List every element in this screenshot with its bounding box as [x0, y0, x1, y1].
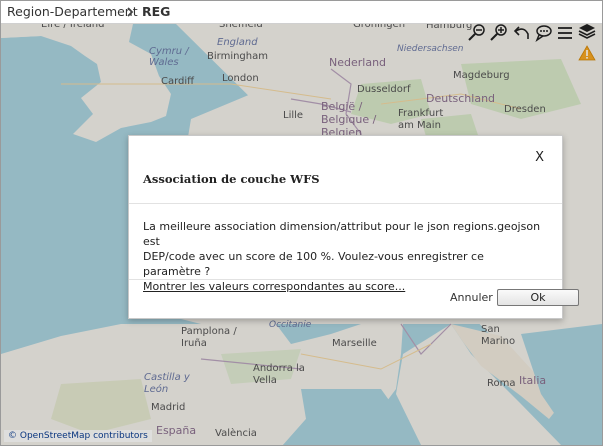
breadcrumb-current: REG	[142, 4, 171, 19]
divider	[129, 203, 562, 204]
dialog-close-button[interactable]: X	[535, 150, 544, 165]
divider	[129, 279, 562, 280]
dialog-message-line2: DEP/code avec un score de 100 %. Voulez-…	[143, 250, 484, 278]
app-window: Region-Departement REG Éire / Ireland Sh…	[0, 0, 603, 446]
chevron-right-icon	[127, 7, 134, 17]
dialog-message-line1: La meilleure association dimension/attri…	[143, 220, 541, 248]
cancel-button[interactable]: Annuler	[450, 291, 493, 304]
dialog-message: La meilleure association dimension/attri…	[143, 219, 543, 294]
breadcrumb-parent[interactable]: Region-Departement	[7, 4, 138, 19]
dialog-title: Association de couche WFS	[143, 172, 320, 186]
wfs-association-dialog: X Association de couche WFS La meilleure…	[128, 135, 579, 319]
ok-button[interactable]: Ok	[497, 289, 579, 306]
breadcrumb: Region-Departement REG	[1, 1, 602, 24]
